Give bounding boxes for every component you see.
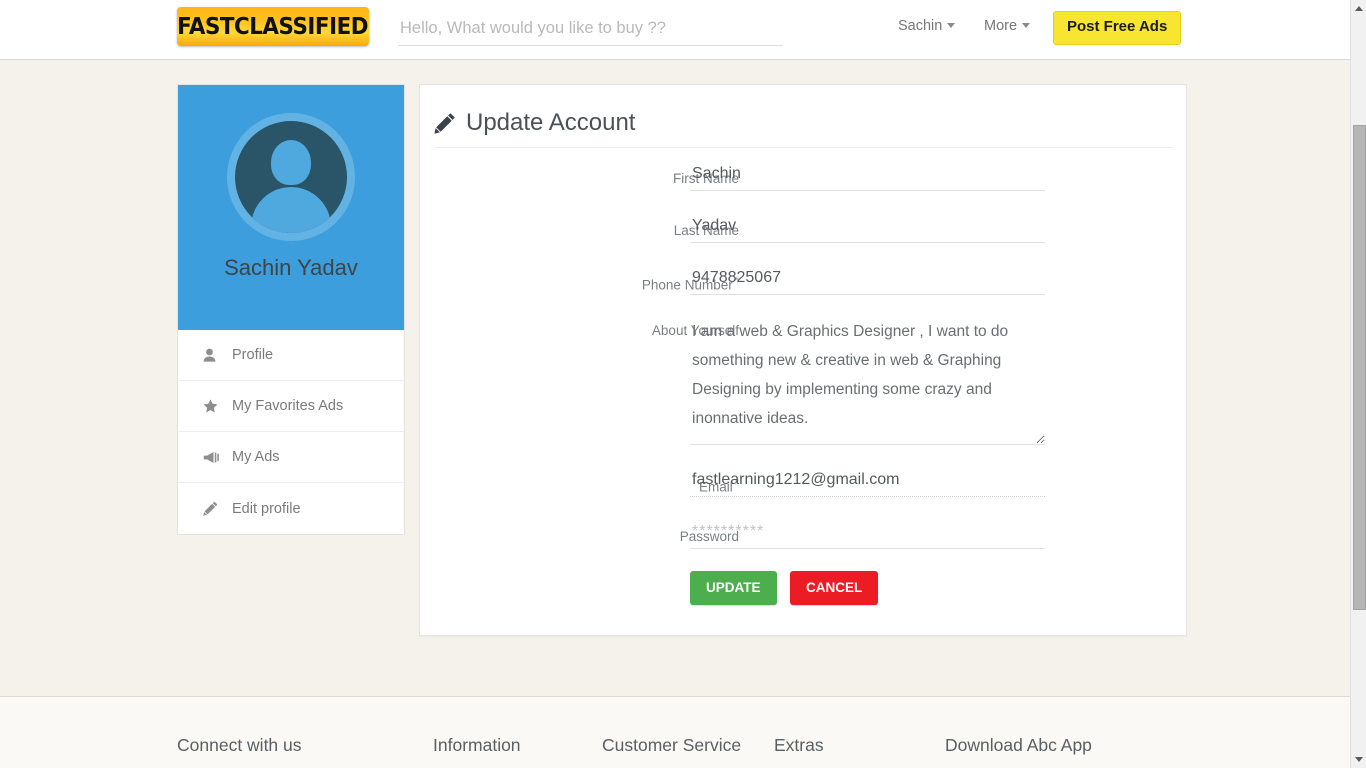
page-title: Update Account [434,109,635,137]
scrollbar-thumb[interactable] [1353,125,1366,610]
avatar-body-shape [251,187,331,233]
cancel-button[interactable]: CANCEL [789,571,879,605]
update-account-card: Update Account First Name Last Name [419,84,1187,636]
chevron-down-icon [947,22,956,28]
last-name-input[interactable] [690,213,1045,243]
form-row-password: Password [420,519,1188,571]
footer-heading-download-app: Download Abc App [945,735,1092,755]
pencil-icon [203,501,223,516]
site-header: FASTCLASSIFIED Sachin More Post Free Ads [0,0,1350,60]
sidebar-item-profile-label: Profile [232,347,274,363]
form-row-about-yourself: About Yourself I am a web & Graphics Des… [420,317,1188,467]
search-box[interactable] [398,13,783,46]
post-free-ads-button[interactable]: Post Free Ads [1053,11,1182,45]
site-footer: Connect with us Information Customer Ser… [0,696,1350,768]
page-viewport: FASTCLASSIFIED Sachin More Post Free Ads… [0,0,1350,768]
sidebar-item-favorites-label: My Favorites Ads [232,398,344,414]
form-row-first-name: First Name [420,161,1188,213]
update-account-form: First Name Last Name Phone Number* [420,161,1188,605]
last-name-control [690,213,1045,243]
caret-down-icon [1355,757,1363,762]
footer-heading-connect: Connect with us [177,735,302,755]
user-icon [203,348,223,362]
sidebar-item-my-ads[interactable]: My Ads [178,432,404,483]
sidebar-item-my-ads-label: My Ads [232,449,280,465]
sidebar-item-favorites[interactable]: My Favorites Ads [178,381,404,432]
chevron-down-icon [1022,22,1031,28]
site-logo[interactable]: FASTCLASSIFIED [177,7,369,46]
update-button[interactable]: UPDATE [690,571,777,605]
form-row-phone-number: Phone Number * [420,265,1188,317]
sidebar-item-profile[interactable]: Profile [178,330,404,381]
star-icon [203,399,223,413]
sidebar-item-edit-profile-label: Edit profile [232,500,301,517]
page-scrollbar[interactable] [1350,0,1366,768]
about-yourself-control: I am a web & Graphics Designer , I want … [690,317,1045,450]
phone-number-input[interactable] [690,265,1045,295]
profile-card: Sachin Yadav [177,84,405,330]
scroll-down-button[interactable] [1351,751,1366,768]
phone-number-control [690,265,1045,295]
email-control [690,467,1045,497]
footer-heading-extras: Extras [774,735,824,755]
page-title-text: Update Account [466,109,636,136]
profile-menu: Profile My Favorites Ads My Ads Edit pro… [177,330,405,535]
scroll-up-button[interactable] [1351,0,1366,17]
avatar-head-shape [271,140,311,185]
caret-up-icon [1355,6,1363,11]
title-divider [434,147,1174,148]
profile-sidebar: Sachin Yadav Profile My Favorites Ads My [177,84,405,535]
nav-item-account[interactable]: Sachin [898,18,956,34]
search-input[interactable] [398,13,783,44]
form-actions: UPDATE CANCEL [690,571,879,605]
pencil-icon [434,112,456,134]
about-yourself-textarea[interactable]: I am a web & Graphics Designer , I want … [690,317,1045,445]
nav-item-more-label: More [984,18,1018,34]
form-row-email: Email * [420,467,1188,519]
bullhorn-icon [203,451,223,464]
avatar [227,113,355,241]
email-input[interactable] [690,467,1045,497]
first-name-control [690,161,1045,191]
user-avatar-icon [235,121,347,233]
footer-heading-customer-service: Customer Service [602,735,742,755]
nav-item-more[interactable]: More [984,18,1031,34]
site-logo-text: FASTCLASSIFIED [177,13,369,40]
nav-item-account-label: Sachin [898,18,943,34]
sidebar-item-edit-profile[interactable]: Edit profile [178,483,404,534]
form-row-last-name: Last Name [420,213,1188,265]
password-control [690,519,1045,549]
profile-name: Sachin Yadav [224,255,358,280]
first-name-input[interactable] [690,161,1045,191]
password-input[interactable] [690,519,1045,549]
footer-heading-information: Information [433,735,521,755]
